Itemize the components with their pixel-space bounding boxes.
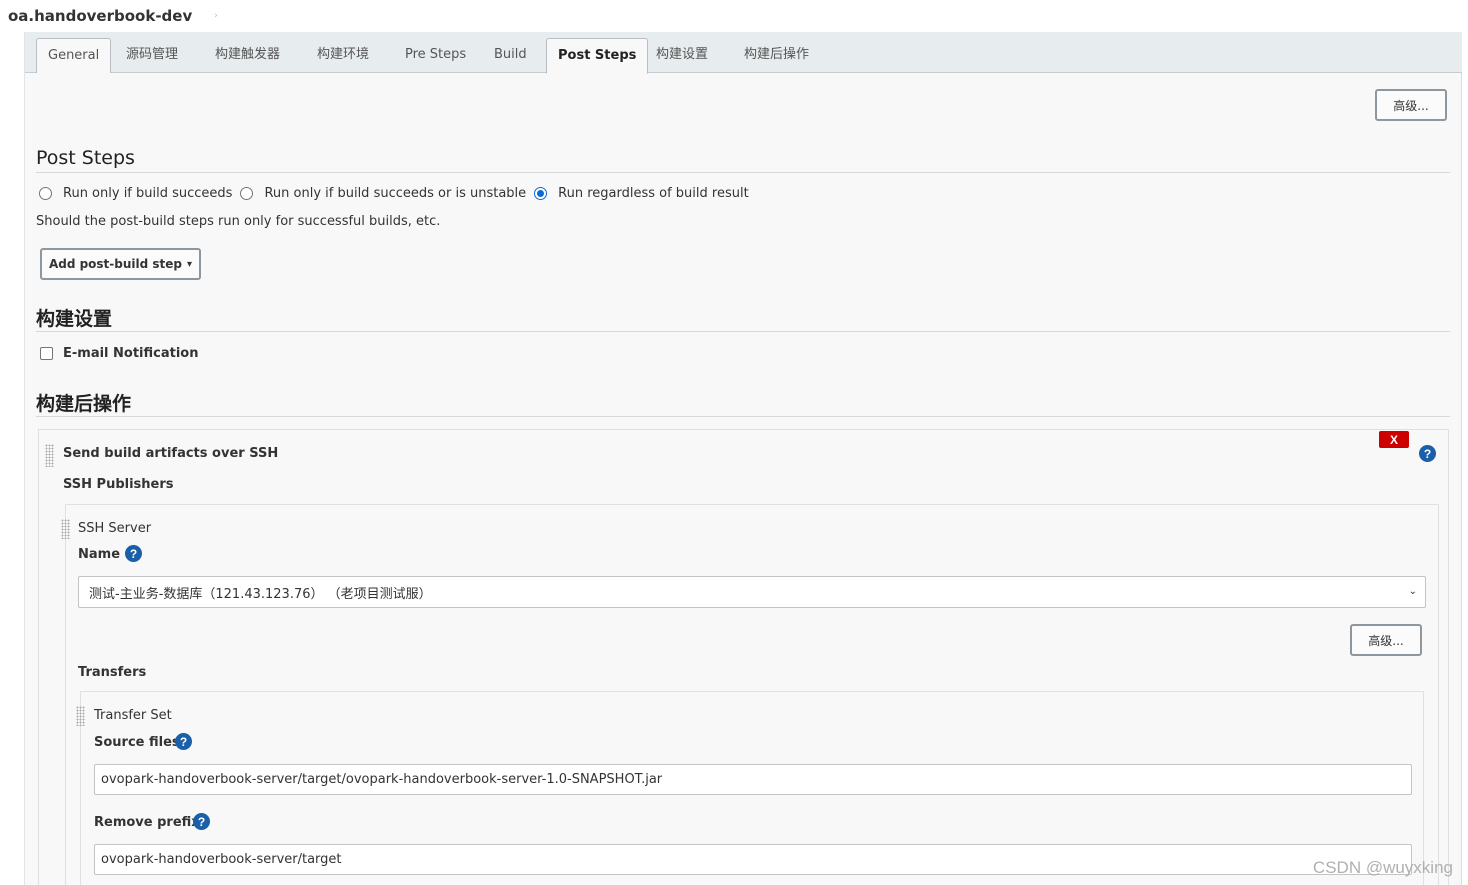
tab-build-environment[interactable]: 构建环境 <box>306 38 380 73</box>
left-strip <box>0 32 25 885</box>
dropdown-caret-icon: ▾ <box>187 258 193 270</box>
radio-run-if-unstable-label[interactable]: Run only if build succeeds or is unstabl… <box>264 186 526 201</box>
breadcrumb-caret-icon[interactable]: › <box>214 11 218 21</box>
breadcrumb: oa.handoverbook-dev › <box>0 0 1468 32</box>
tab-pre-steps[interactable]: Pre Steps <box>394 38 477 73</box>
post-steps-title: Post Steps <box>36 147 135 169</box>
radio-run-if-unstable[interactable] <box>240 187 254 200</box>
help-icon[interactable]: ? <box>1419 445 1436 462</box>
help-icon[interactable]: ? <box>175 733 192 750</box>
post-build-actions-divider <box>36 416 1450 417</box>
transfer-set-label: Transfer Set <box>94 708 172 723</box>
breadcrumb-job-link[interactable]: oa.handoverbook-dev <box>8 7 192 25</box>
email-notification-checkbox[interactable] <box>40 347 53 360</box>
ssh-publishers-label: SSH Publishers <box>63 477 174 492</box>
post-build-actions-title: 构建后操作 <box>36 393 132 415</box>
tab-build-settings[interactable]: 构建设置 <box>645 38 719 73</box>
ssh-server-name-select[interactable]: 测试-主业务-数据库（121.43.123.76） （老项目测试服） ⌄ <box>78 576 1426 608</box>
radio-run-regardless[interactable] <box>534 187 548 200</box>
post-steps-options: Run only if build succeeds Run only if b… <box>39 186 757 201</box>
tab-build[interactable]: Build <box>483 38 538 73</box>
remove-prefix-input[interactable]: ovopark-handoverbook-server/target <box>94 844 1412 875</box>
build-settings-title: 构建设置 <box>36 308 113 330</box>
transfers-label: Transfers <box>78 665 147 680</box>
tab-build-triggers[interactable]: 构建触发器 <box>204 38 291 73</box>
config-tab-bar: General 源码管理 构建触发器 构建环境 Pre Steps Build … <box>25 32 1462 74</box>
advanced-button-server[interactable]: 高级... <box>1350 624 1422 656</box>
ssh-publisher-box: Send build artifacts over SSH X ? SSH Pu… <box>38 429 1449 885</box>
ssh-server-box: SSH Server Name ? 测试-主业务-数据库（121.43.123.… <box>61 504 1439 885</box>
tab-source-code[interactable]: 源码管理 <box>115 38 189 73</box>
drag-handle-icon[interactable] <box>45 444 54 467</box>
tab-post-steps[interactable]: Post Steps <box>546 38 649 74</box>
publisher-title: Send build artifacts over SSH <box>63 446 279 461</box>
drag-handle-icon[interactable] <box>76 706 85 726</box>
tab-post-build-actions[interactable]: 构建后操作 <box>733 38 820 73</box>
drag-handle-icon[interactable] <box>61 519 70 539</box>
name-label: Name <box>78 547 121 562</box>
advanced-button-top[interactable]: 高级... <box>1375 89 1447 121</box>
build-settings-divider <box>36 331 1450 332</box>
config-panel: General 源码管理 构建触发器 构建环境 Pre Steps Build … <box>25 32 1462 885</box>
radio-run-if-success[interactable] <box>39 187 52 200</box>
remove-prefix-label: Remove prefix <box>94 815 200 830</box>
ssh-server-name-value: 测试-主业务-数据库（121.43.123.76） （老项目测试服） <box>89 586 432 602</box>
radio-run-if-success-label[interactable]: Run only if build succeeds <box>63 186 232 201</box>
delete-publisher-button[interactable]: X <box>1379 431 1409 448</box>
post-steps-description: Should the post-build steps run only for… <box>36 214 441 229</box>
chevron-down-icon: ⌄ <box>1408 586 1417 597</box>
add-post-build-step-label: Add post-build step <box>48 257 183 271</box>
tab-general[interactable]: General <box>36 38 112 73</box>
email-notification-label[interactable]: E-mail Notification <box>63 346 198 361</box>
ssh-server-label: SSH Server <box>78 521 152 536</box>
source-files-label: Source files <box>94 735 180 750</box>
help-icon[interactable]: ? <box>125 545 142 562</box>
add-post-build-step-button[interactable]: Add post-build step ▾ <box>40 248 201 280</box>
transfer-set-box: Transfer Set Source files ? ovopark-hand… <box>76 691 1424 885</box>
watermark: CSDN @wuyxking <box>1312 858 1453 877</box>
help-icon[interactable]: ? <box>193 813 210 830</box>
post-steps-divider <box>36 172 1450 173</box>
radio-run-regardless-label[interactable]: Run regardless of build result <box>558 186 749 201</box>
source-files-input[interactable]: ovopark-handoverbook-server/target/ovopa… <box>94 764 1412 795</box>
